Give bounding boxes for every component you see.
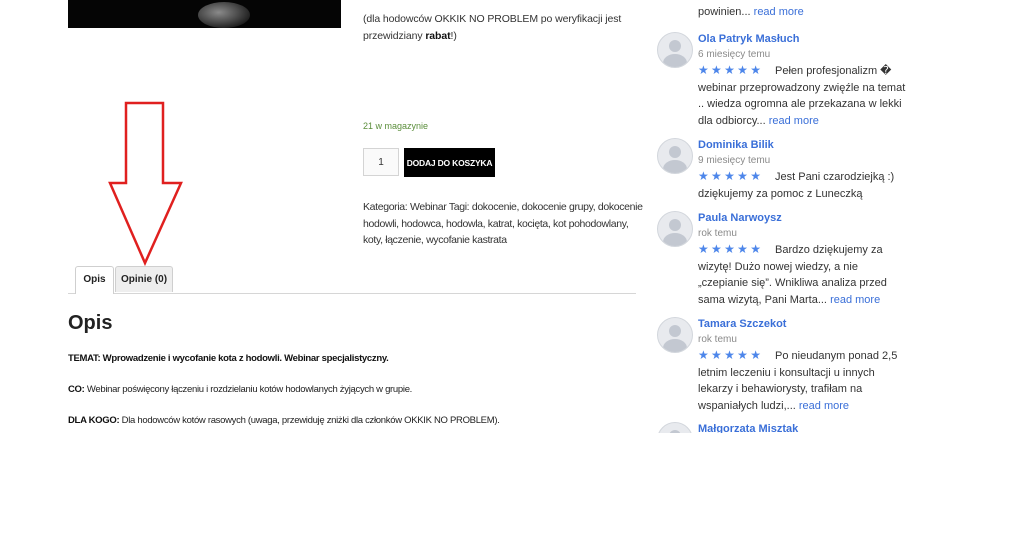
red-arrow-annotation	[108, 101, 183, 267]
dla-kogo-label: DLA KOGO:	[68, 415, 120, 426]
discount-note-text: (dla hodowców OKKIK NO PROBLEM po weryfi…	[363, 13, 622, 42]
read-more-link[interactable]: read more	[769, 115, 819, 127]
description-dla-kogo: DLA KOGO: Dla hodowców kotów rasowych (u…	[68, 415, 500, 426]
review-time: rok temu	[698, 228, 737, 239]
discount-note: (dla hodowców OKKIK NO PROBLEM po weryfi…	[363, 11, 633, 45]
product-image-content	[198, 2, 250, 28]
stock-status: 21 w magazynie	[363, 121, 429, 131]
add-to-cart-button[interactable]: DODAJ DO KOSZYKA	[404, 148, 495, 177]
reviewer-name[interactable]: Tamara Szczekot	[698, 318, 786, 330]
review-body: Jest Pani czarodziejką :) dziękujemy za …	[698, 171, 895, 200]
review-text: Bardzo dziękujemy za wizytę! Dużo nowej …	[698, 242, 908, 308]
review-text: Jest Pani czarodziejką :) dziękujemy za …	[698, 169, 908, 202]
product-meta: Kategoria: Webinar Tagi: dokocenie, doko…	[363, 199, 643, 249]
tab-reviews[interactable]: Opinie (0)	[115, 266, 173, 292]
tab-description[interactable]: Opis	[75, 266, 114, 294]
description-co: CO: Webinar poświęcony łączeniu i rozdzi…	[68, 384, 412, 395]
product-image	[68, 0, 341, 28]
review-time: 6 miesięcy temu	[698, 49, 771, 60]
co-text: Webinar poświęcony łączeniu i rozdzielan…	[86, 384, 413, 395]
temat-text: Wprowadzenie i wycofanie kota z hodowli.…	[102, 353, 389, 364]
reviewer-name[interactable]: Paula Narwoysz	[698, 212, 782, 224]
read-more-link[interactable]: read more	[799, 400, 849, 412]
reviewer-name[interactable]: Dominika Bilik	[698, 139, 774, 151]
avatar	[657, 317, 693, 353]
description-temat: TEMAT: Wprowadzenie i wycofanie kota z h…	[68, 353, 389, 364]
product-tabs: Opis Opinie (0)	[68, 264, 636, 294]
review-time: 9 miesięcy temu	[698, 155, 771, 166]
dla-kogo-text: Dla hodowców kotów rasowych (uwaga, prze…	[121, 415, 500, 426]
temat-label: TEMAT:	[68, 353, 101, 364]
discount-note-suffix: !)	[450, 30, 457, 42]
category-label: Kategoria:	[363, 201, 408, 213]
avatar	[657, 211, 693, 247]
reviewer-name[interactable]: Małgorzata Misztak	[698, 423, 798, 433]
reviewer-name[interactable]: Ola Patryk Masłuch	[698, 33, 800, 45]
tags-label: Tagi:	[448, 201, 470, 213]
quantity-input[interactable]	[363, 148, 399, 176]
review-text: Po nieudanym ponad 2,5 letnim leczeniu i…	[698, 348, 908, 414]
avatar	[657, 32, 693, 68]
review-text: Pełen profesjonalizm � webinar przeprowa…	[698, 63, 908, 129]
avatar	[657, 138, 693, 174]
co-label: CO:	[68, 384, 85, 395]
description-title: Opis	[68, 312, 113, 334]
review-time: rok temu	[698, 334, 737, 345]
google-reviews-widget: Ola Patryk Masłuch 6 miesięcy temu ★★★★★…	[655, 0, 915, 433]
category-link[interactable]: Webinar	[410, 201, 447, 213]
discount-note-bold: rabat	[425, 30, 451, 42]
review-body: Po nieudanym ponad 2,5 letnim leczeniu i…	[698, 350, 898, 412]
read-more-link[interactable]: read more	[830, 294, 880, 306]
avatar	[657, 422, 693, 433]
